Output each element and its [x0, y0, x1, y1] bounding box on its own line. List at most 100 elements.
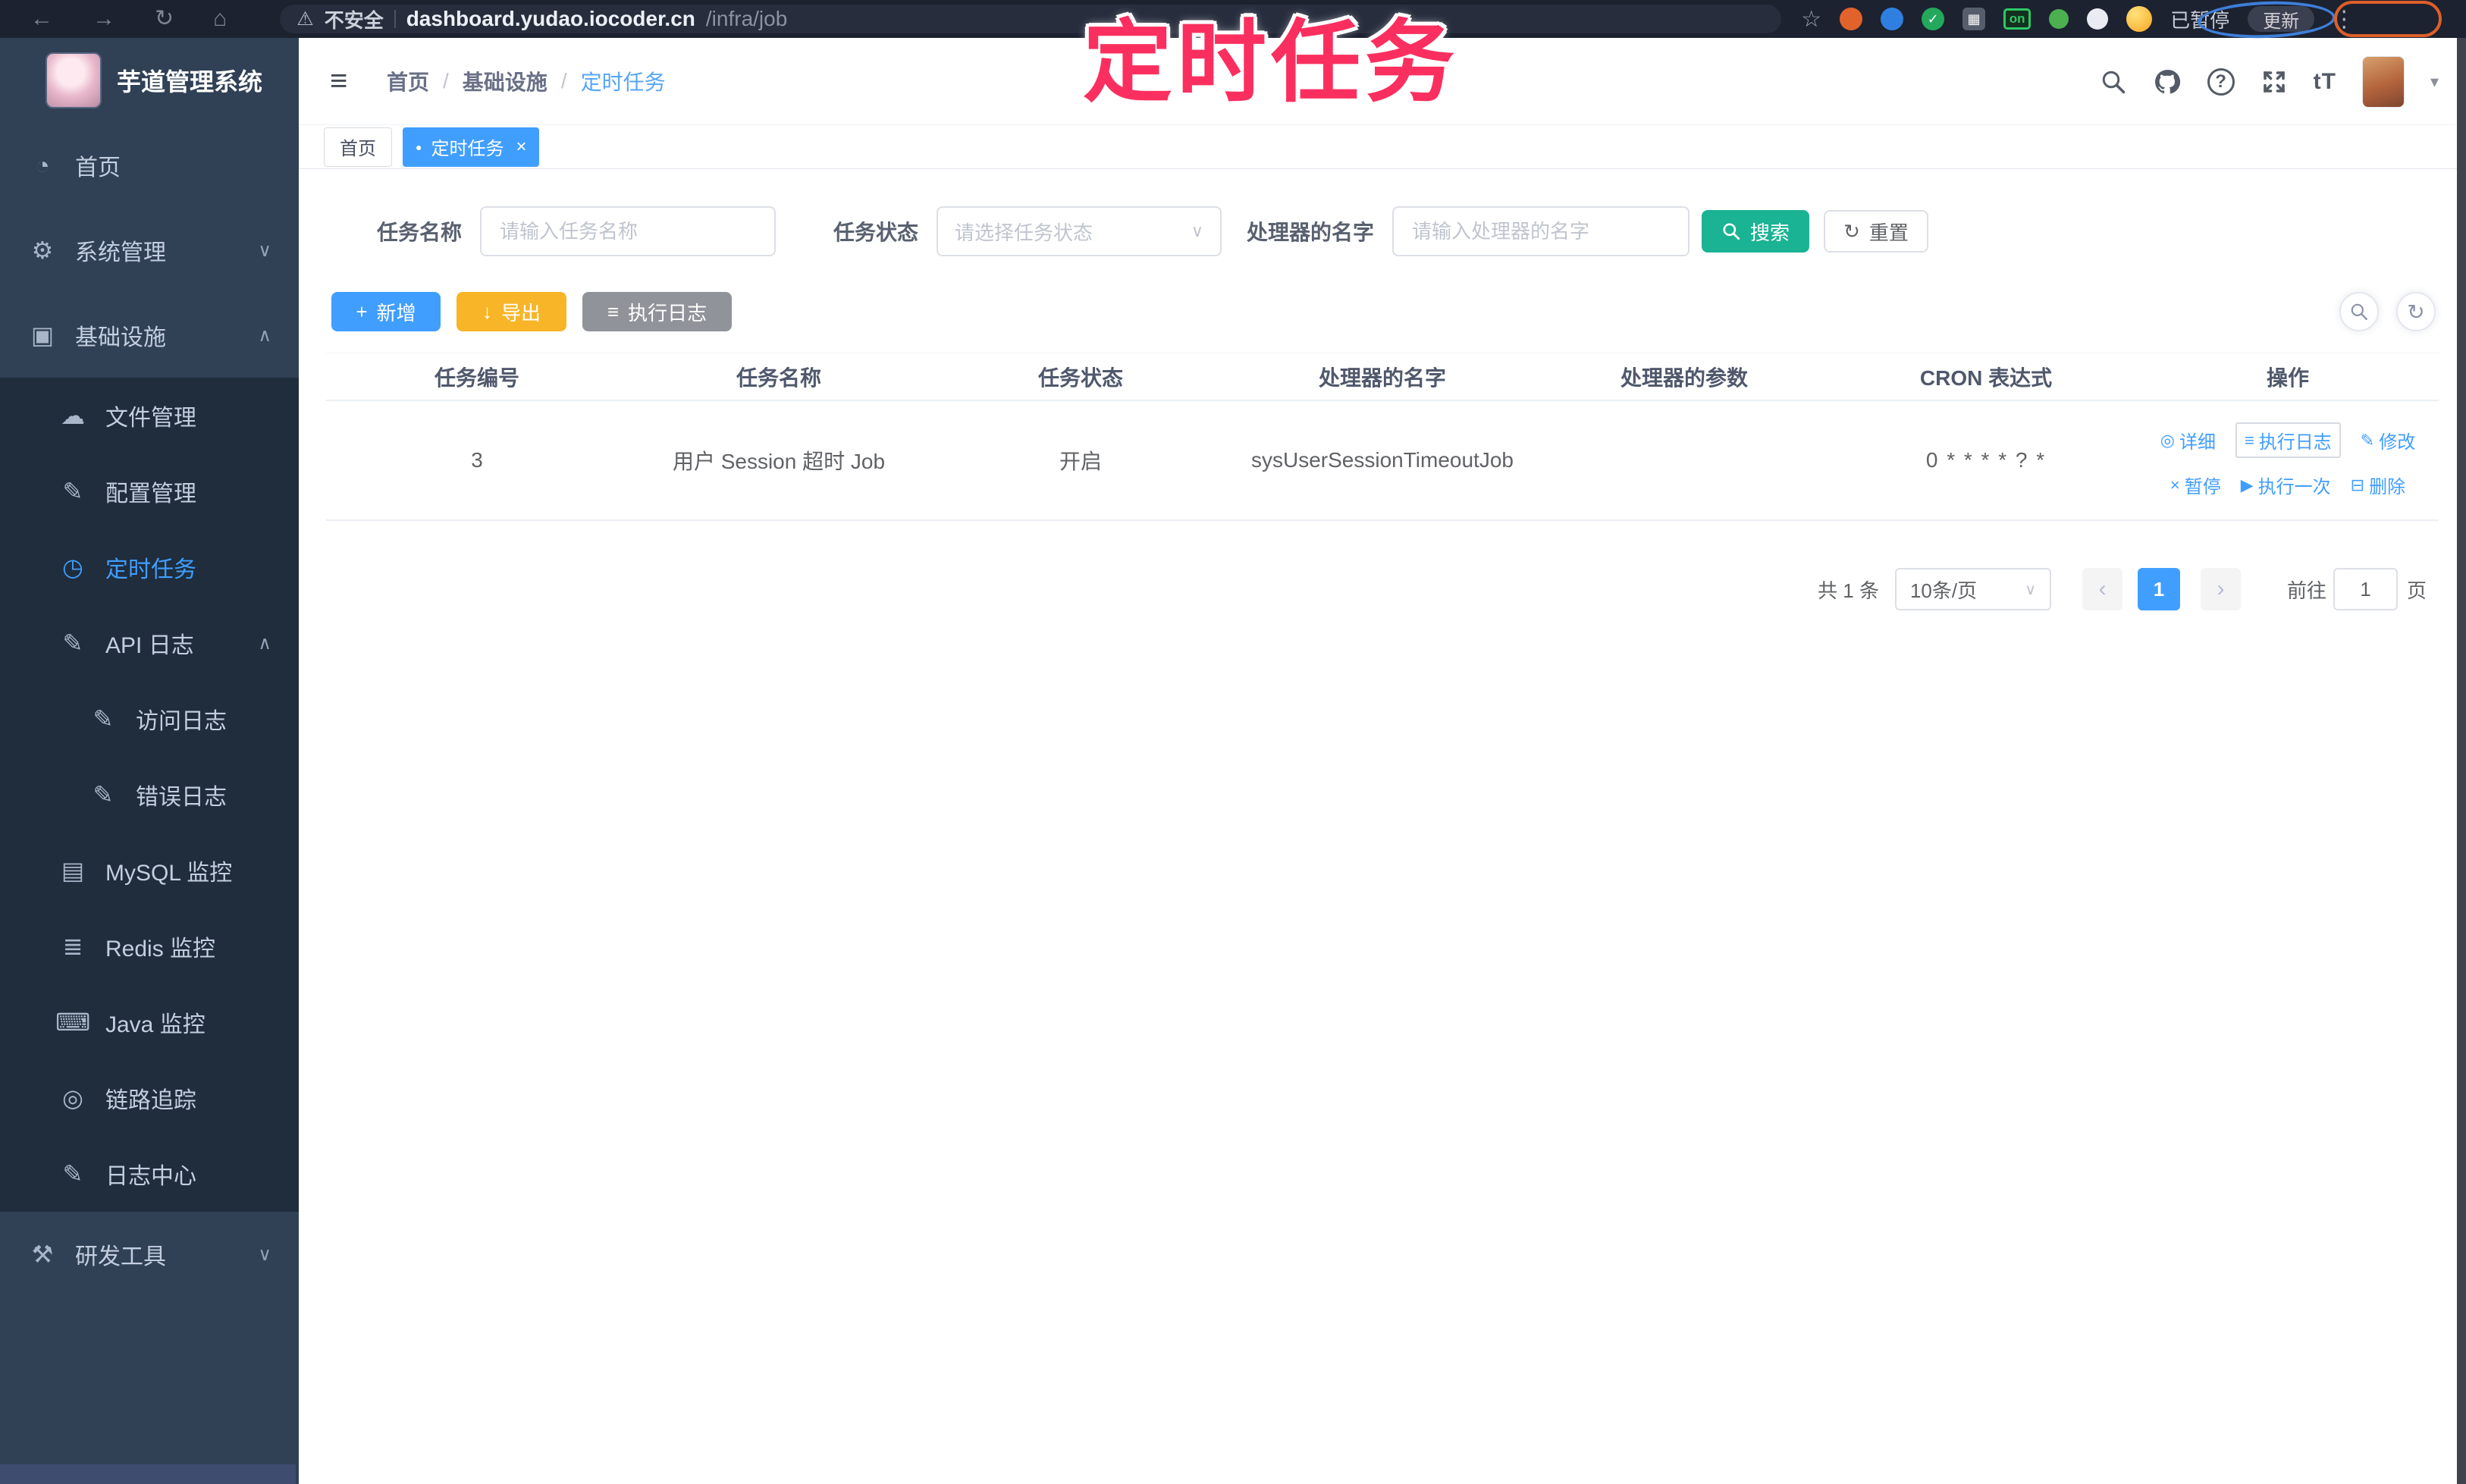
reset-button[interactable]: ↻ 重置	[1824, 210, 1928, 253]
sidebar-item-system[interactable]: ⚙ 系统管理 ∨	[0, 208, 299, 293]
fullscreen-icon[interactable]	[2260, 68, 2288, 96]
warning-icon: ⚠	[296, 8, 314, 30]
sidebar-item-config-management[interactable]: ✎ 配置管理	[0, 453, 299, 529]
page-content: 任务名称 任务状态 请选择任务状态 ∨ 处理器的名字 搜索 ↻	[299, 169, 2466, 1484]
goto-page-input[interactable]	[2333, 568, 2398, 610]
refresh-table-button[interactable]: ↻	[2396, 292, 2436, 331]
tab-label: 定时任务	[431, 139, 504, 159]
extension-blue-icon[interactable]	[1881, 8, 1904, 30]
reload-icon[interactable]: ↻	[155, 8, 174, 30]
font-size-icon[interactable]: tT	[2314, 69, 2336, 95]
close-icon[interactable]: ×	[516, 136, 526, 158]
sidebar-item-dev-tools[interactable]: ⚒ 研发工具 ∨	[0, 1212, 299, 1297]
tab-home[interactable]: 首页	[324, 127, 392, 167]
prev-page-button[interactable]: ‹	[2082, 568, 2122, 610]
clock-icon: ◷	[62, 554, 83, 581]
sidebar-item-home[interactable]: ◔ 首页	[0, 123, 299, 208]
tab-scheduled-tasks[interactable]: ● 定时任务 ×	[403, 127, 540, 167]
row-actions: ◎ 详细 ≡ 执行日志 ✎ 修改 × 暂停 ▶ 执行一次 ⊟ 删除	[2137, 422, 2439, 498]
bookmark-star-icon[interactable]: ☆	[1801, 6, 1821, 33]
select-placeholder: 请选择任务状态	[955, 221, 1093, 244]
page-size-select[interactable]: 10条/页 ∨	[1894, 568, 2051, 610]
detail-link[interactable]: ◎ 详细	[2160, 427, 2216, 453]
col-actions: 操作	[2266, 366, 2309, 390]
sidebar-item-infrastructure[interactable]: ▣ 基础设施 ∧	[0, 293, 299, 378]
table-toolbar: + 新增 ↓ 导出 ≡ 执行日志	[331, 292, 2466, 331]
goto-label: 前往	[2286, 579, 2326, 602]
collapse-sidebar-icon[interactable]: ≡	[330, 64, 347, 99]
forward-icon[interactable]: →	[93, 8, 115, 30]
breadcrumb-infrastructure[interactable]: 基础设施	[463, 66, 547, 96]
edit-link[interactable]: ✎ 修改	[2361, 427, 2415, 453]
sidebar-item-log-center[interactable]: ✎ 日志中心	[0, 1136, 299, 1212]
exec-log-button-label: 执行日志	[628, 301, 707, 325]
extension-orange-icon[interactable]	[1840, 8, 1863, 30]
window-scrollbar[interactable]	[2457, 38, 2466, 1484]
add-button[interactable]: + 新增	[331, 292, 441, 331]
security-label[interactable]: 不安全	[325, 5, 384, 33]
chevron-down-icon: ∨	[1191, 221, 1204, 240]
sidebar-item-scheduled-tasks[interactable]: ◷ 定时任务	[0, 529, 299, 605]
exec-log-button[interactable]: ≡ 执行日志	[582, 292, 732, 331]
sidebar-scrollbar[interactable]	[0, 1464, 296, 1484]
puzzle-extensions-icon[interactable]	[2087, 8, 2109, 30]
infrastructure-submenu: ☁ 文件管理 ✎ 配置管理 ◷ 定时任务 ✎ API 日志 ∧ ✎ 访问日志 ✎…	[0, 378, 299, 1212]
exec-log-link-label: 执行日志	[2258, 432, 2332, 453]
handler-name-input[interactable]	[1392, 206, 1690, 256]
chevron-down-icon: ∨	[258, 1244, 271, 1265]
sidebar-item-label: 基础设施	[75, 325, 166, 350]
app-title: 芋道管理系统	[117, 68, 263, 96]
table-header: 任务编号 任务名称 任务状态 处理器的名字 处理器的参数 CRON 表达式 操作	[326, 353, 2439, 401]
pause-link[interactable]: × 暂停	[2170, 472, 2221, 498]
sidebar-item-trace[interactable]: ◎ 链路追踪	[0, 1060, 299, 1136]
search-form: 任务名称 任务状态 请选择任务状态 ∨ 处理器的名字 搜索 ↻	[377, 204, 2466, 259]
jobs-table: 任务编号 任务名称 任务状态 处理器的名字 处理器的参数 CRON 表达式 操作…	[326, 353, 2439, 521]
col-task-name: 任务名称	[736, 366, 821, 390]
app-logo-row[interactable]: 芋道管理系统	[0, 38, 299, 123]
github-icon[interactable]	[2153, 67, 2182, 96]
sidebar-item-mysql-monitor[interactable]: ▤ MySQL 监控	[0, 833, 299, 908]
toggle-search-button[interactable]	[2339, 292, 2379, 331]
sidebar-item-error-log[interactable]: ✎ 错误日志	[0, 757, 299, 833]
export-button[interactable]: ↓ 导出	[456, 292, 566, 331]
address-bar[interactable]: ⚠ 不安全 dashboard.yudao.iocoder.cn /infra/…	[280, 5, 1782, 33]
task-status-select[interactable]: 请选择任务状态 ∨	[937, 206, 1222, 256]
plus-icon: +	[356, 300, 368, 323]
run-once-link[interactable]: ▶ 执行一次	[2241, 472, 2331, 498]
page-number-active[interactable]: 1	[2137, 568, 2180, 610]
breadcrumb-home[interactable]: 首页	[387, 66, 429, 96]
on-badge-icon[interactable]: on	[2003, 8, 2031, 30]
dashboard-icon: ◔	[35, 151, 50, 179]
pagination: 共 1 条 10条/页 ∨ ‹ 1 › 前往 页	[1818, 568, 2427, 610]
sidebar-item-label: 研发工具	[75, 1244, 166, 1269]
sidebar-item-access-log[interactable]: ✎ 访问日志	[0, 681, 299, 757]
extension-green-check-icon[interactable]: ✓	[1922, 8, 1945, 30]
home-icon[interactable]: ⌂	[213, 8, 227, 30]
sidebar-item-label: 首页	[75, 155, 121, 180]
exec-log-link[interactable]: ≡ 执行日志	[2235, 422, 2341, 458]
sidebar-item-file-management[interactable]: ☁ 文件管理	[0, 378, 299, 453]
search-icon[interactable]	[2100, 68, 2127, 96]
task-name-input[interactable]	[480, 206, 777, 256]
leaf-extension-icon[interactable]	[2049, 9, 2069, 29]
sidebar-item-java-monitor[interactable]: ⌨ Java 监控	[0, 984, 299, 1060]
search-button[interactable]: 搜索	[1702, 210, 1810, 253]
sidebar-item-label: 配置管理	[105, 482, 196, 507]
delete-link[interactable]: ⊟ 删除	[2351, 472, 2405, 498]
sidebar-item-label: API 日志	[105, 633, 194, 658]
sidebar-item-api-log[interactable]: ✎ API 日志 ∧	[0, 605, 299, 681]
extension-grid-icon[interactable]: ▦	[1962, 8, 1986, 30]
avatar-caret-icon[interactable]: ▾	[2430, 72, 2439, 92]
detail-link-label: 详细	[2179, 432, 2216, 453]
chevron-down-icon: ∨	[2025, 581, 2036, 598]
user-avatar[interactable]	[2361, 55, 2405, 108]
extension-avatar[interactable]	[2126, 6, 2153, 32]
sidebar-item-label: 访问日志	[136, 709, 227, 734]
search-button-label: 搜索	[1750, 221, 1790, 244]
sidebar-item-redis-monitor[interactable]: ≣ Redis 监控	[0, 908, 299, 984]
next-page-button[interactable]: ›	[2200, 568, 2241, 610]
help-icon[interactable]: ?	[2207, 67, 2235, 96]
back-icon[interactable]: ←	[30, 8, 53, 30]
edit-link-label: 修改	[2379, 432, 2416, 453]
col-task-id: 任务编号	[434, 366, 519, 390]
